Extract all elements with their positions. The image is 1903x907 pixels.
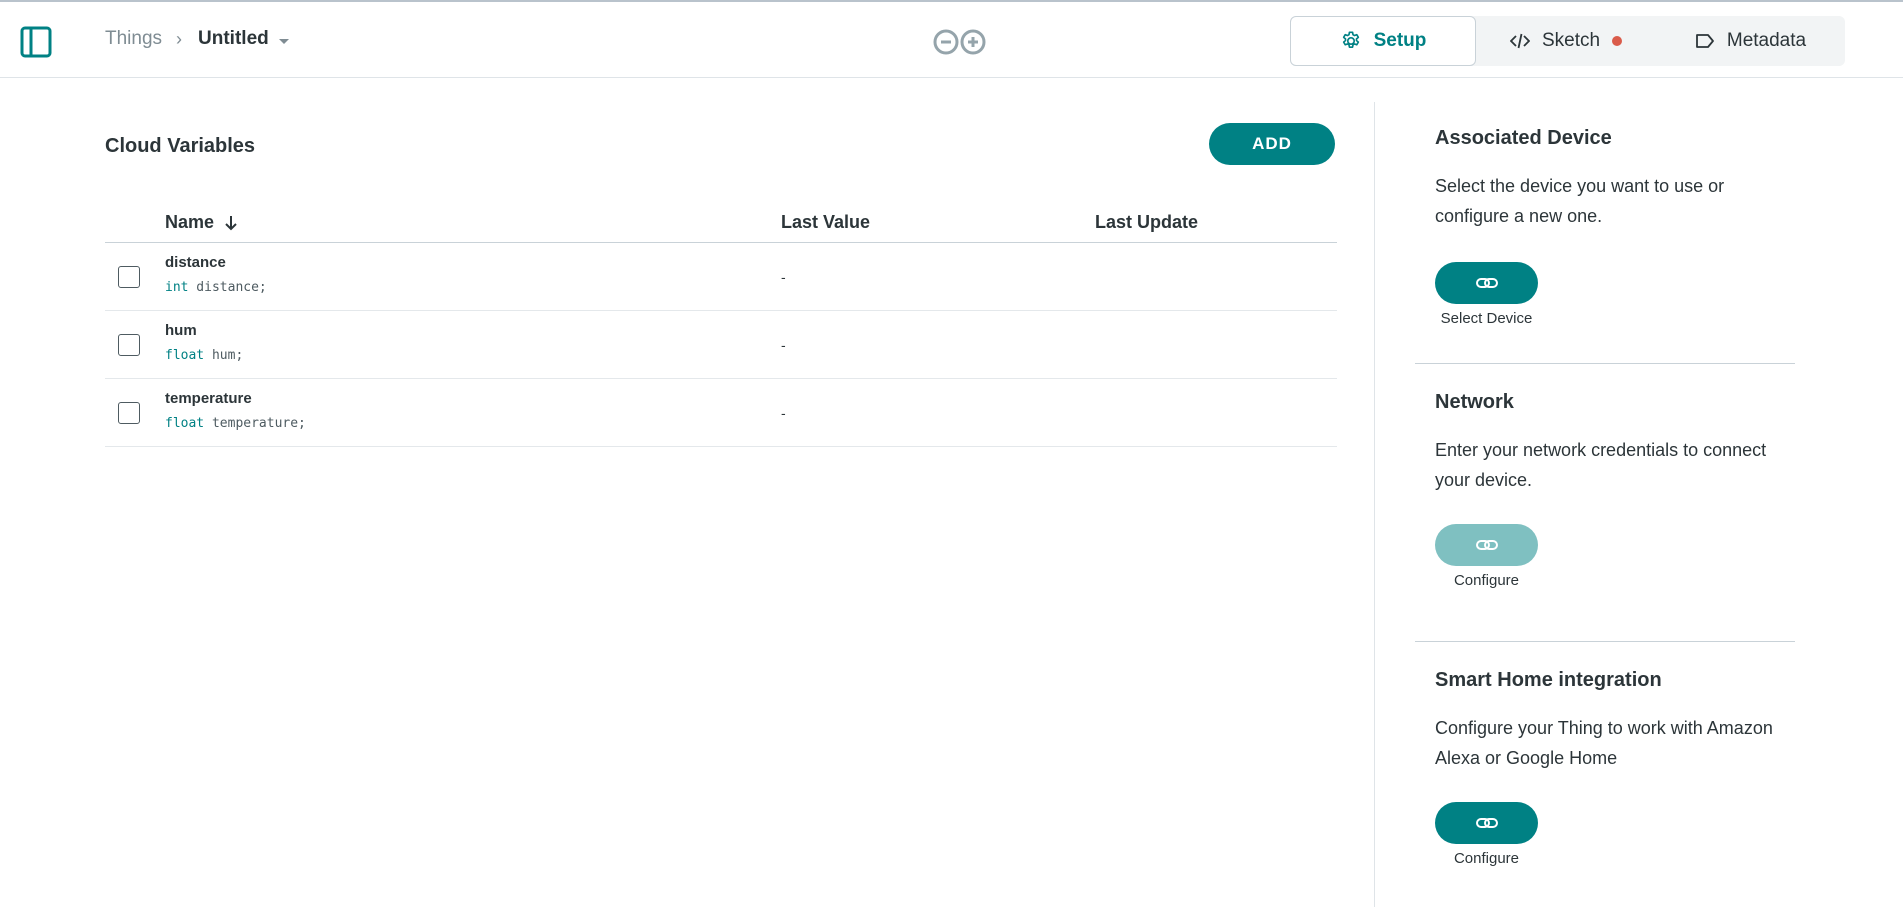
sidebar-toggle-icon[interactable] xyxy=(20,26,52,58)
unsaved-changes-indicator xyxy=(1612,36,1623,46)
smart-home-title: Smart Home integration xyxy=(1435,669,1662,691)
variable-last-value: - xyxy=(781,269,786,285)
table-header: Name Last Value Last Update xyxy=(105,200,1337,243)
network-title: Network xyxy=(1435,391,1514,413)
network-configure-caption: Configure xyxy=(1453,572,1520,589)
variable-name: temperature xyxy=(165,390,252,407)
network-description: Enter your network credentials to connec… xyxy=(1435,440,1767,490)
breadcrumb: Things › Untitled xyxy=(105,28,289,50)
variable-declaration-name: hum; xyxy=(204,348,244,363)
column-header-last-value: Last Value xyxy=(781,212,871,232)
breadcrumb-things-link[interactable]: Things xyxy=(105,28,162,50)
smart-home-configure-button[interactable] xyxy=(1435,802,1538,844)
tab-metadata[interactable]: Metadata xyxy=(1656,16,1845,66)
variable-name: distance xyxy=(165,254,226,271)
variable-last-value: - xyxy=(781,405,786,421)
row-checkbox[interactable] xyxy=(118,266,140,288)
row-checkbox[interactable] xyxy=(118,334,140,356)
smart-home-section: Smart Home integration Configure your Th… xyxy=(1415,642,1795,907)
select-device-caption: Select Device xyxy=(1440,310,1533,327)
panel-divider xyxy=(1374,102,1375,907)
network-configure-button[interactable] xyxy=(1435,524,1538,566)
associated-device-title: Associated Device xyxy=(1435,127,1612,149)
tab-setup-label: Setup xyxy=(1373,30,1427,51)
variable-type: int xyxy=(165,280,189,295)
variable-last-value: - xyxy=(781,337,786,353)
arduino-logo-icon xyxy=(930,28,990,56)
select-device-button[interactable] xyxy=(1435,262,1538,304)
variable-declaration: int distance; xyxy=(165,280,267,295)
add-variable-button[interactable]: ADD xyxy=(1209,123,1335,165)
variable-type: float xyxy=(165,348,205,363)
top-bar: Things › Untitled Setup Sketch Metadata xyxy=(0,2,1903,78)
variable-name: hum xyxy=(165,322,197,339)
link-icon xyxy=(1475,278,1498,288)
smart-home-description: Configure your Thing to work with Amazon… xyxy=(1435,718,1773,768)
table-row[interactable]: distance int distance; - xyxy=(105,243,1337,311)
variables-table: Name Last Value Last Update distance int… xyxy=(105,200,1337,447)
variable-declaration: float hum; xyxy=(165,348,243,363)
tab-setup[interactable]: Setup xyxy=(1290,16,1476,66)
network-section: Network Enter your network credentials t… xyxy=(1415,364,1795,642)
code-icon xyxy=(1509,33,1530,49)
sort-arrow-down-icon xyxy=(225,215,237,230)
associated-device-description: Select the device you want to use or con… xyxy=(1435,176,1725,226)
associated-device-section: Associated Device Select the device you … xyxy=(1415,80,1795,364)
breadcrumb-separator: › xyxy=(176,28,183,49)
thing-name[interactable]: Untitled xyxy=(198,28,269,50)
tab-metadata-label: Metadata xyxy=(1726,30,1807,51)
tag-icon xyxy=(1695,34,1714,48)
table-row[interactable]: hum float hum; - xyxy=(105,311,1337,379)
column-header-name[interactable]: Name xyxy=(165,212,238,233)
thing-menu-caret-icon[interactable] xyxy=(278,38,289,44)
gear-icon xyxy=(1342,31,1359,48)
link-icon xyxy=(1475,540,1498,550)
tab-sketch-label: Sketch xyxy=(1541,30,1601,51)
variable-declaration-name: temperature; xyxy=(204,416,306,431)
row-checkbox[interactable] xyxy=(118,402,140,424)
table-row[interactable]: temperature float temperature; - xyxy=(105,379,1337,447)
section-title: Cloud Variables xyxy=(105,135,256,157)
variable-type: float xyxy=(165,416,205,431)
variable-declaration: float temperature; xyxy=(165,416,306,431)
smart-home-configure-caption: Configure xyxy=(1453,850,1520,867)
view-tabs: Setup Sketch Metadata xyxy=(1290,16,1845,66)
variable-declaration-name: distance; xyxy=(188,280,267,295)
tab-sketch[interactable]: Sketch xyxy=(1476,16,1656,66)
column-header-last-update: Last Update xyxy=(1095,212,1199,232)
link-icon xyxy=(1475,818,1498,828)
